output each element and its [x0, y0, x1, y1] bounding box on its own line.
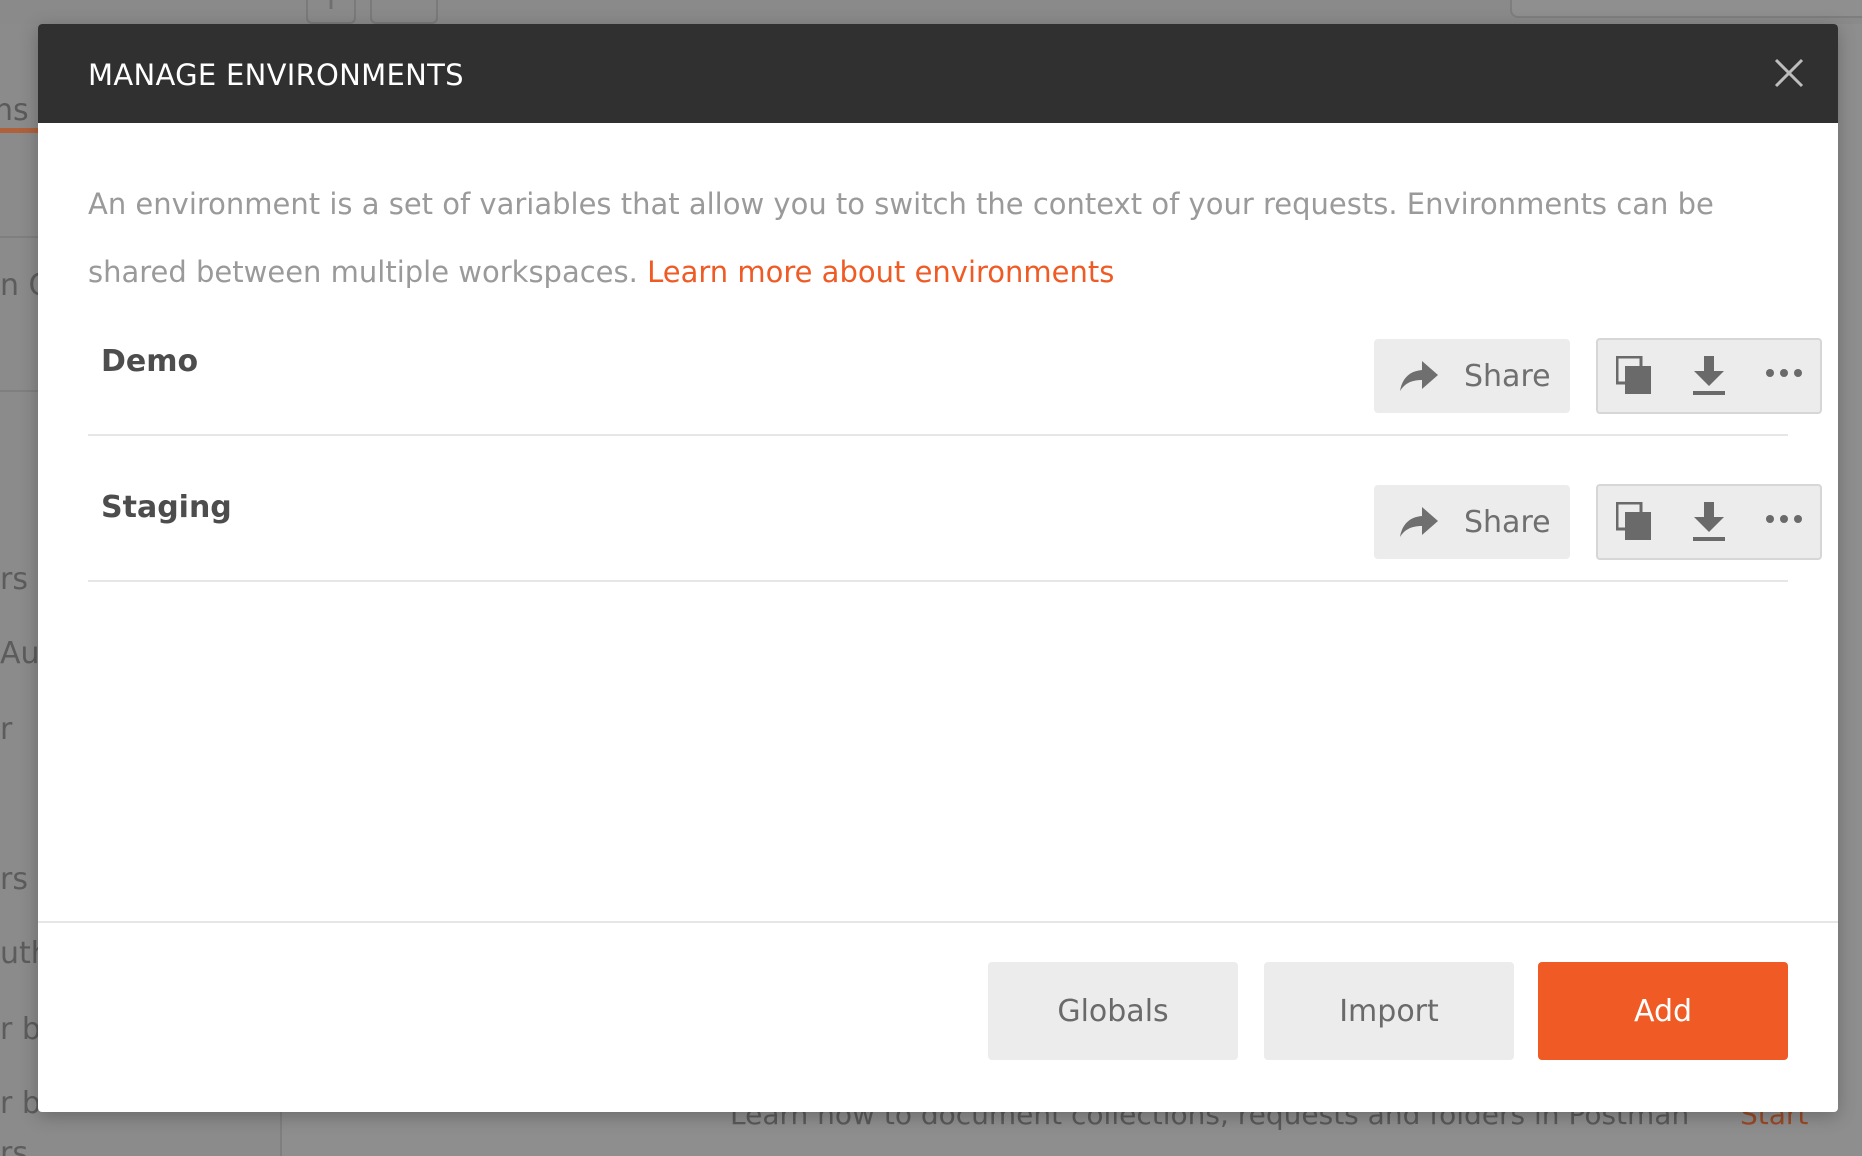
more-icon	[1766, 369, 1802, 377]
share-label: Share	[1464, 505, 1551, 540]
close-button[interactable]	[1766, 50, 1812, 96]
environment-row: Staging Share	[88, 434, 1822, 582]
sidebar-tab-underline	[0, 128, 40, 133]
sidebar-fragment: r by	[0, 1012, 40, 1047]
more-icon: •••	[370, 0, 438, 24]
environment-name[interactable]: Demo	[101, 288, 198, 434]
sidebar-tab: ns	[0, 94, 29, 128]
environment-row: Demo Share	[88, 288, 1822, 436]
duplicate-button[interactable]	[1598, 486, 1672, 558]
sidebar-fragment: n C	[0, 268, 40, 303]
download-button[interactable]	[1672, 340, 1746, 412]
more-options-button[interactable]	[1746, 486, 1820, 558]
environment-actions	[1596, 338, 1822, 414]
add-button[interactable]: Add	[1538, 962, 1788, 1060]
sidebar-fragment: uthe	[0, 936, 40, 971]
duplicate-button[interactable]	[1598, 340, 1672, 412]
new-tab-icon: +	[306, 0, 356, 24]
environment-name[interactable]: Staging	[101, 434, 232, 580]
download-button[interactable]	[1672, 486, 1746, 558]
modal-title: MANAGE ENVIRONMENTS	[88, 58, 464, 92]
share-icon	[1400, 361, 1438, 391]
sidebar-fragment: r by	[0, 1086, 40, 1121]
environment-actions	[1596, 484, 1822, 560]
globals-button[interactable]: Globals	[988, 962, 1238, 1060]
background-search-box	[1510, 0, 1862, 18]
modal-header: MANAGE ENVIRONMENTS	[38, 24, 1838, 123]
import-button[interactable]: Import	[1264, 962, 1514, 1060]
download-icon	[1693, 502, 1725, 541]
share-button[interactable]: Share	[1374, 339, 1570, 413]
sidebar-fragment: rs	[0, 862, 28, 897]
footer-divider	[38, 921, 1838, 923]
more-options-button[interactable]	[1746, 340, 1820, 412]
learn-more-link[interactable]: Learn more about environments	[647, 255, 1114, 289]
share-label: Share	[1464, 359, 1551, 394]
sidebar-fragment: r	[0, 712, 13, 747]
duplicate-icon	[1616, 356, 1651, 394]
close-icon	[1774, 58, 1804, 88]
more-icon	[1766, 515, 1802, 523]
modal-description: An environment is a set of variables tha…	[88, 170, 1808, 306]
sidebar-fragment: rs in ANS f	[0, 1136, 40, 1156]
manage-environments-modal: MANAGE ENVIRONMENTS An environment is a …	[38, 24, 1838, 1112]
duplicate-icon	[1616, 502, 1651, 540]
share-icon	[1400, 507, 1438, 537]
download-icon	[1693, 356, 1725, 395]
sidebar-fragment: Aut	[0, 636, 40, 671]
share-button[interactable]: Share	[1374, 485, 1570, 559]
sidebar-fragment: rs	[0, 562, 28, 597]
